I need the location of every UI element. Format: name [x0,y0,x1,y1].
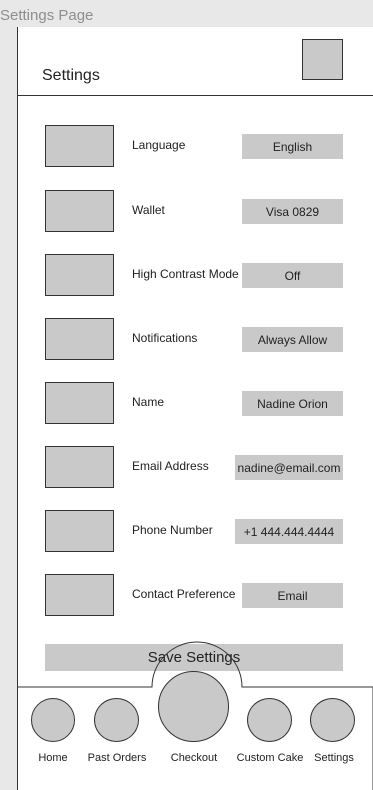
settings-screen: Settings Language English Wallet Visa 08… [17,27,373,790]
setting-row-notifications: Notifications Always Allow [18,318,373,360]
header-image-placeholder[interactable] [302,39,343,80]
setting-row-phone: Phone Number +1 444.444.4444 [18,510,373,552]
tab-settings[interactable]: Settings [310,750,358,766]
settings-tab-icon[interactable] [310,698,355,742]
language-value[interactable]: English [242,134,343,159]
setting-row-name: Name Nadine Orion [18,382,373,424]
setting-row-email: Email Address nadine@email.com [18,446,373,488]
email-label: Email Address [132,459,209,473]
tab-custom-cake[interactable]: Custom Cake [236,750,304,766]
language-image-placeholder [45,125,114,167]
tab-checkout[interactable]: Checkout [163,750,225,766]
setting-row-contact-preference: Contact Preference Email [18,574,373,616]
notifications-value[interactable]: Always Allow [242,327,343,352]
wallet-label: Wallet [132,203,165,217]
home-tab-icon[interactable] [31,698,75,742]
setting-row-wallet: Wallet Visa 0829 [18,190,373,232]
email-image-placeholder [45,446,114,488]
language-label: Language [132,138,186,152]
contact-preference-value[interactable]: Email [242,583,343,608]
contact-preference-image-placeholder [45,574,114,616]
name-image-placeholder [45,382,114,424]
header: Settings [18,27,373,96]
custom-cake-tab-icon[interactable] [247,698,292,742]
setting-row-language: Language English [18,125,373,167]
notifications-label: Notifications [132,331,198,345]
phone-image-placeholder [45,510,114,552]
high-contrast-value[interactable]: Off [242,263,343,288]
wallet-image-placeholder [45,190,114,232]
page-title: Settings [42,67,100,84]
frame-title: Settings Page [0,7,94,24]
phone-label: Phone Number [132,523,213,537]
setting-row-high-contrast: High Contrast Mode Off [18,254,373,296]
email-value[interactable]: nadine@email.com [235,455,343,480]
notifications-image-placeholder [45,318,114,360]
contact-preference-label: Contact Preference [132,587,236,601]
high-contrast-label: High Contrast Mode [132,267,239,281]
phone-value[interactable]: +1 444.444.4444 [235,519,343,544]
tab-past-orders[interactable]: Past Orders [84,750,150,766]
past-orders-tab-icon[interactable] [94,698,139,742]
wallet-value[interactable]: Visa 0829 [242,199,343,224]
high-contrast-image-placeholder [45,254,114,296]
name-value[interactable]: Nadine Orion [242,391,343,416]
checkout-tab-icon[interactable] [158,671,229,742]
save-settings-button[interactable]: Save Settings [45,644,343,671]
page-frame: Settings Page Settings Language English … [0,0,373,790]
name-label: Name [132,395,165,409]
tab-home[interactable]: Home [28,750,78,766]
